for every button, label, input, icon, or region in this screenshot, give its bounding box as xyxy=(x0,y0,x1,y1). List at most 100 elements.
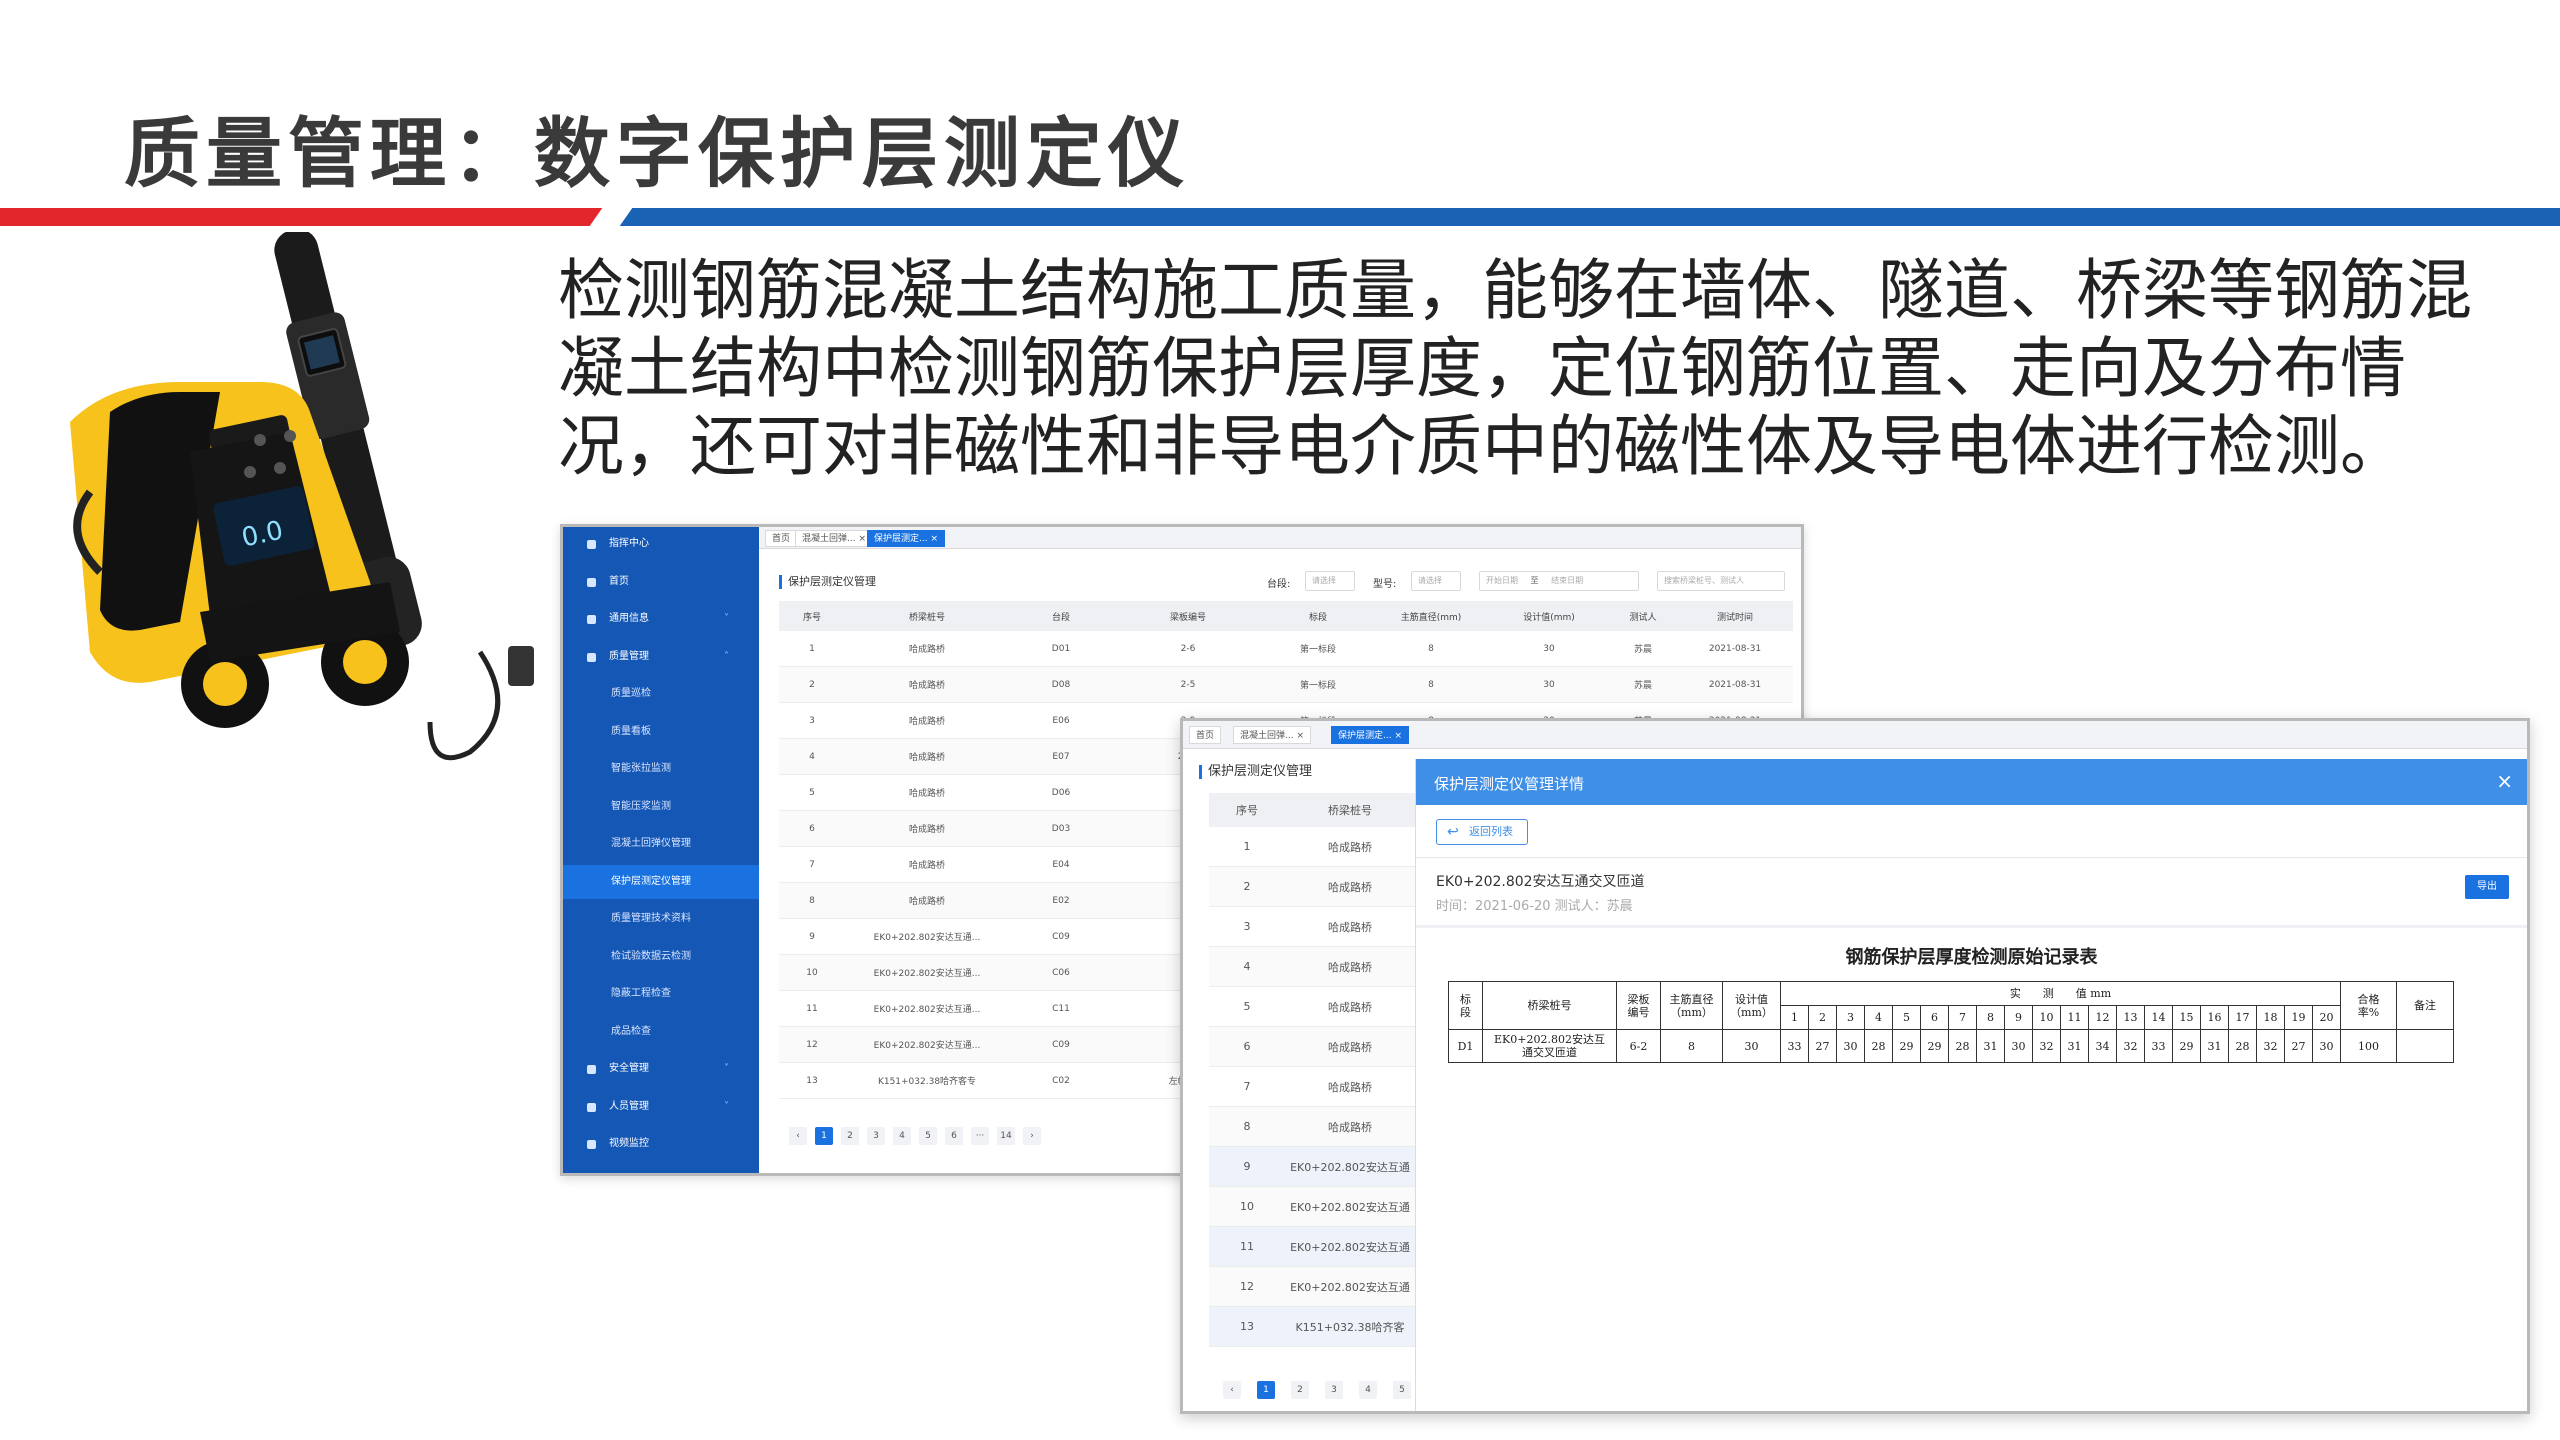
record-location: EK0+202.802安达互通交叉匝道 xyxy=(1436,874,1645,890)
point-number: 14 xyxy=(2145,1006,2173,1030)
sidebar-item[interactable]: 指挥中心 xyxy=(563,527,759,561)
table-cell: C02 xyxy=(1052,1075,1070,1086)
table-cell: 哈成路桥 xyxy=(1328,880,1372,894)
page-button[interactable]: 2 xyxy=(841,1127,859,1145)
sidebar-item[interactable]: 质量管理 ˄ xyxy=(563,640,759,674)
table-cell: EK0+202.802安达互通... xyxy=(873,1041,981,1051)
tab-label: 保护层测定... xyxy=(874,534,928,544)
back-to-list-button[interactable]: ↩ 返回列表 xyxy=(1436,819,1528,845)
sidebar-item[interactable]: 成品检查 xyxy=(563,1015,759,1049)
type-select[interactable]: 请选择 xyxy=(1411,571,1461,591)
sidebar-item[interactable]: 安全管理 ˅ xyxy=(563,1052,759,1086)
page-button[interactable]: › xyxy=(1023,1127,1041,1145)
page-button[interactable]: 3 xyxy=(867,1127,885,1145)
table-row[interactable]: 7 哈成路桥 xyxy=(1209,1067,1415,1107)
sidebar-item[interactable]: 质量巡检 xyxy=(563,677,759,711)
measured-value: 29 xyxy=(1893,1030,1921,1062)
sidebar-item[interactable]: 通用信息 ˅ xyxy=(563,602,759,636)
keyword-search-input[interactable]: 搜索桥梁桩号、测试人 xyxy=(1657,571,1785,591)
measured-value: 30 xyxy=(1837,1030,1865,1062)
page-button[interactable]: 4 xyxy=(893,1127,911,1145)
sidebar-item[interactable]: 质量看板 xyxy=(563,715,759,749)
table-row[interactable]: 1 哈成路桥 xyxy=(1209,827,1415,867)
close-icon[interactable]: × xyxy=(928,534,938,544)
page-button[interactable]: ··· xyxy=(971,1127,989,1145)
tab-2[interactable]: 保护层测定... × xyxy=(867,530,945,547)
tab-0[interactable]: 首页 xyxy=(1189,726,1222,744)
sidebar-item[interactable]: 视频监控 xyxy=(563,1127,759,1161)
table-row[interactable]: 11 EK0+202.802安达互通 xyxy=(1209,1227,1415,1267)
table-cell: 30 xyxy=(1543,679,1555,690)
sidebar-item[interactable]: 智能张拉监测 xyxy=(563,752,759,786)
table-row[interactable]: 9 EK0+202.802安达互通 xyxy=(1209,1147,1415,1187)
sidebar-item[interactable]: 人员管理 ˅ xyxy=(563,1090,759,1124)
page-button[interactable]: 6 xyxy=(945,1127,963,1145)
back-to-list-label: 返回列表 xyxy=(1469,825,1513,838)
date-range-picker[interactable]: 开始日期 至 结束日期 xyxy=(1479,571,1639,591)
table-cell: C11 xyxy=(1052,1003,1070,1014)
sidebar-item[interactable]: 首页 xyxy=(563,565,759,599)
sidebar-item[interactable]: 隐蔽工程检查 xyxy=(563,977,759,1011)
sidebar-item[interactable]: 智能压浆监测 xyxy=(563,790,759,824)
table-row[interactable]: 2 哈成路桥 xyxy=(1209,867,1415,907)
row-note xyxy=(2397,1030,2453,1062)
row-beam: 6-2 xyxy=(1617,1030,1661,1062)
chevron-icon: ˅ xyxy=(724,613,729,624)
tab-1[interactable]: 混凝土回弹... × xyxy=(1233,726,1311,744)
table-row[interactable]: 4 哈成路桥 xyxy=(1209,947,1415,987)
table-row[interactable]: 2 哈成路桥 D08 2-5 第一标段 8 30 苏晨 2021-08-31 xyxy=(779,667,1793,703)
head-note: 备注 xyxy=(2397,982,2453,1030)
table-row[interactable]: 13 K151+032.38哈齐客 xyxy=(1209,1307,1415,1347)
tab-1[interactable]: 混凝土回弹... × xyxy=(795,530,873,547)
column-header: 台段 xyxy=(1051,612,1070,623)
head-beam: 梁板编号 xyxy=(1617,982,1661,1030)
page-button[interactable]: ‹ xyxy=(1223,1381,1241,1399)
close-icon[interactable]: × xyxy=(1294,731,1304,741)
page-button[interactable]: 14 xyxy=(997,1127,1015,1145)
page-button[interactable]: 4 xyxy=(1359,1381,1377,1399)
tab-0[interactable]: 首页 xyxy=(765,530,798,547)
section-select[interactable]: 请选择 xyxy=(1305,571,1355,591)
close-icon[interactable]: × xyxy=(1392,731,1402,741)
table-cell: 7 xyxy=(1243,1080,1251,1093)
table-cell: 4 xyxy=(809,751,815,762)
table-header-row: 序号 桥梁桩号 xyxy=(1209,793,1415,827)
filter-type-label: 型号: xyxy=(1373,579,1397,590)
sidebar-item[interactable]: 质量管理技术资料 xyxy=(563,902,759,936)
tab-2[interactable]: 保护层测定... × xyxy=(1331,726,1409,744)
table-cell: C09 xyxy=(1052,931,1070,942)
table-row[interactable]: 1 哈成路桥 D01 2-6 第一标段 8 30 苏晨 2021-08-31 xyxy=(779,631,1793,667)
close-icon[interactable]: × xyxy=(856,534,866,544)
page-button[interactable]: 1 xyxy=(1257,1381,1275,1399)
head-pile: 桥梁桩号 xyxy=(1483,982,1617,1030)
table-row[interactable]: 10 EK0+202.802安达互通 xyxy=(1209,1187,1415,1227)
close-icon[interactable]: × xyxy=(2496,769,2513,793)
modal-header: 保护层测定仪管理详情 × xyxy=(1416,759,2527,805)
detail-modal: 保护层测定仪管理详情 × ↩ 返回列表 EK0+202.802安达互通交叉匝道 … xyxy=(1415,759,2527,1411)
export-button[interactable]: 导出 xyxy=(2465,875,2509,899)
table-row[interactable]: 5 哈成路桥 xyxy=(1209,987,1415,1027)
page-button[interactable]: 5 xyxy=(919,1127,937,1145)
table-row[interactable]: 6 哈成路桥 xyxy=(1209,1027,1415,1067)
table-row[interactable]: 12 EK0+202.802安达互通 xyxy=(1209,1267,1415,1307)
page-button[interactable]: 2 xyxy=(1291,1381,1309,1399)
table-cell: 哈成路桥 xyxy=(1328,1080,1372,1094)
page-button[interactable]: 3 xyxy=(1325,1381,1343,1399)
point-number: 11 xyxy=(2061,1006,2089,1030)
sidebar-item[interactable]: 混凝土回弹仪管理 xyxy=(563,827,759,861)
measured-value: 29 xyxy=(1921,1030,1949,1062)
shield-icon xyxy=(587,1065,596,1074)
sidebar-item-label: 智能张拉监测 xyxy=(611,763,671,774)
page-button[interactable]: ‹ xyxy=(789,1127,807,1145)
sidebar-item[interactable]: 保护层测定仪管理 xyxy=(563,864,759,899)
page-button[interactable]: 1 xyxy=(815,1127,833,1145)
sidebar-item[interactable]: 检试验数据云检测 xyxy=(563,940,759,974)
measured-value: 28 xyxy=(1949,1030,1977,1062)
tab-label: 首页 xyxy=(1196,731,1215,741)
table-row[interactable]: 3 哈成路桥 xyxy=(1209,907,1415,947)
table-row[interactable]: 8 哈成路桥 xyxy=(1209,1107,1415,1147)
sidebar-menu: 指挥中心首页 通用信息 ˅ 质量管理 ˄ 质量巡检质量看板智能张拉监测智能压浆监测 混凝土回… xyxy=(563,527,759,1173)
table-cell: E06 xyxy=(1052,715,1070,726)
tab-label: 混凝土回弹... xyxy=(1240,731,1294,741)
page-button[interactable]: 5 xyxy=(1393,1381,1411,1399)
